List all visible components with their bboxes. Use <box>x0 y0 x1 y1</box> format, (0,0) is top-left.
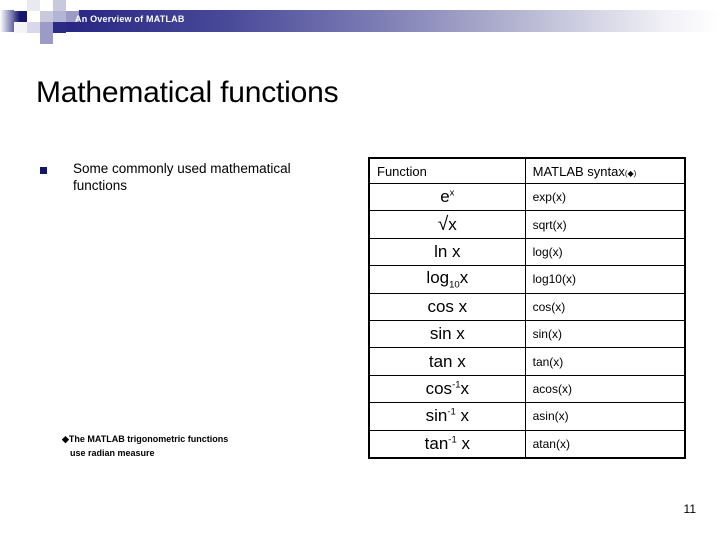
page-number: 11 <box>683 502 696 516</box>
column-header-syntax-marker: (◆) <box>624 168 637 178</box>
math-sup: -1 <box>447 406 456 418</box>
cell-function: √x <box>368 210 526 239</box>
column-header-function: Function <box>368 157 526 184</box>
table-row: ex exp(x) <box>368 182 686 212</box>
list-item: Some commonly used mathematical function… <box>40 160 360 194</box>
math-base: tan <box>424 433 449 453</box>
cell-function: sin-1 x <box>368 402 526 431</box>
diamond-bullet-icon: ◆ <box>62 434 69 444</box>
math-base: cos <box>425 378 453 398</box>
decor-square <box>53 22 66 33</box>
math-base: √ <box>437 213 449 235</box>
table-row: tan-1 x atan(x) <box>368 429 686 459</box>
cell-syntax: asin(x) <box>524 402 686 431</box>
banner-title: An Overview of MATLAB <box>75 14 185 24</box>
table-body: ex exp(x) √x sqrt(x) ln x log(x) log10x … <box>368 182 686 459</box>
table-header-row: Function MATLAB syntax(◆) <box>368 157 686 184</box>
math-arg: x <box>448 214 457 234</box>
banner-left-fade <box>0 0 20 52</box>
square-bullet-icon <box>40 167 47 174</box>
decor-square <box>53 33 66 44</box>
table-row: ln x log(x) <box>368 237 686 267</box>
math-expression: ln x <box>434 242 460 262</box>
footnote-text-1: The MATLAB trigonometric functions <box>68 434 229 444</box>
cell-syntax: log(x) <box>524 237 686 267</box>
math-expression: log10x <box>426 268 468 290</box>
math-sup: x <box>449 187 455 199</box>
math-base: log <box>426 268 450 288</box>
math-arg: x <box>460 378 470 398</box>
cell-function: ln x <box>368 237 526 267</box>
math-base: ln <box>434 241 448 261</box>
table-row: cos x cos(x) <box>368 292 686 321</box>
math-expression: sin x <box>430 324 465 344</box>
math-base: sin <box>425 406 448 426</box>
decor-square <box>53 0 66 11</box>
footnote-line-1: ◆The MATLAB trigonometric functions <box>62 432 342 446</box>
math-expression: sin-1 x <box>426 406 469 426</box>
table-row: cos-1x acos(x) <box>368 374 686 404</box>
math-arg: x <box>458 296 468 316</box>
math-expression: √x <box>438 214 457 236</box>
math-arg: x <box>459 268 469 288</box>
math-base: tan <box>428 351 453 371</box>
math-expression: cos x <box>427 297 467 317</box>
cell-syntax: cos(x) <box>524 292 686 321</box>
column-header-syntax: MATLAB syntax(◆) <box>524 157 686 184</box>
math-arg: x <box>460 406 470 426</box>
math-sub: 10 <box>449 279 460 291</box>
decor-square <box>27 11 40 22</box>
math-expression: tan-1 x <box>425 434 470 454</box>
cell-syntax: log10(x) <box>524 265 686 294</box>
decor-square <box>40 22 53 33</box>
decor-square <box>27 0 40 11</box>
math-sup: -1 <box>448 434 457 446</box>
math-base: cos <box>427 296 454 316</box>
cell-function: sin x <box>368 319 526 349</box>
footnote: ◆The MATLAB trigonometric functions use … <box>62 432 342 460</box>
decor-square <box>66 0 79 11</box>
cell-syntax: acos(x) <box>524 374 686 404</box>
cell-syntax: atan(x) <box>524 429 686 459</box>
cell-function: tan-1 x <box>368 429 526 459</box>
bullet-list: Some commonly used mathematical function… <box>40 160 360 194</box>
cell-function: ex <box>368 182 526 212</box>
decor-square <box>27 22 40 33</box>
table-row: log10x log10(x) <box>368 265 686 294</box>
math-expression: cos-1x <box>426 379 469 399</box>
math-arg: x <box>452 241 461 261</box>
math-sup: -1 <box>452 379 461 391</box>
decor-square <box>40 0 53 11</box>
cell-function: log10x <box>368 265 526 294</box>
cell-function: tan x <box>368 347 526 376</box>
footnote-text-2: use radian measure <box>70 448 155 458</box>
decor-square <box>40 11 53 22</box>
decor-square <box>40 33 53 44</box>
cell-syntax: sin(x) <box>524 319 686 349</box>
column-header-syntax-label: MATLAB syntax <box>532 163 625 179</box>
math-functions-table: Function MATLAB syntax(◆) ex exp(x) √x s… <box>368 157 686 459</box>
cell-syntax: exp(x) <box>524 182 686 212</box>
math-arg: x <box>457 351 466 371</box>
table-row: tan x tan(x) <box>368 347 686 376</box>
cell-function: cos-1x <box>368 374 526 404</box>
math-base: e <box>440 187 450 207</box>
math-arg: x <box>456 324 465 344</box>
slide-header-banner: An Overview of MATLAB <box>0 0 720 52</box>
page-title: Mathematical functions <box>36 76 339 109</box>
cell-syntax: sqrt(x) <box>524 210 686 239</box>
math-expression: tan x <box>429 352 466 372</box>
math-expression: ex <box>440 187 454 207</box>
math-base: sin <box>429 324 452 344</box>
bullet-item-label: Some commonly used mathematical function… <box>73 161 291 193</box>
decor-square <box>27 33 40 44</box>
cell-function: cos x <box>368 292 526 321</box>
table-row: sin x sin(x) <box>368 319 686 349</box>
math-arg: x <box>461 433 470 453</box>
table-row: √x sqrt(x) <box>368 210 686 239</box>
decor-square <box>53 11 66 22</box>
table-row: sin-1 x asin(x) <box>368 402 686 431</box>
cell-syntax: tan(x) <box>524 347 686 376</box>
